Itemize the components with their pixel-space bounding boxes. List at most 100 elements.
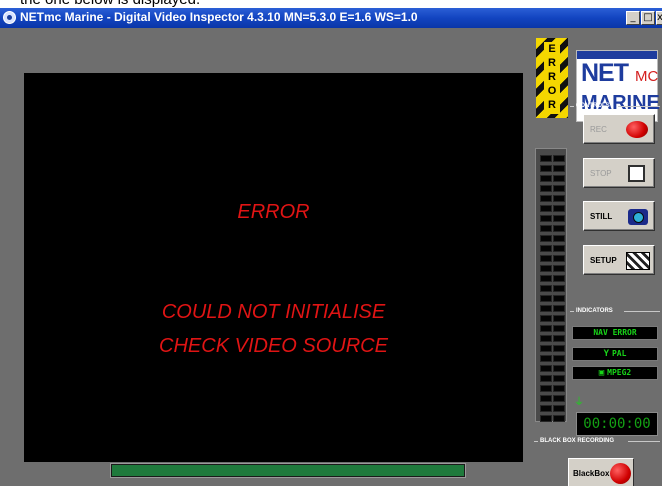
blackbox-record-button[interactable]: BlackBox — [568, 458, 634, 486]
level-meter-segment — [540, 365, 552, 372]
controls-group-line — [618, 106, 660, 107]
indicators-group-line — [570, 311, 574, 312]
title-bar[interactable]: NETmc Marine - Digital Video Inspector 4… — [0, 8, 662, 28]
antenna-icon: Y — [603, 349, 609, 359]
level-meter-segment — [553, 275, 565, 282]
caption-strip: the one below is displayed. — [0, 0, 662, 8]
still-capture-button[interactable]: STILL — [583, 201, 655, 231]
level-meter-segment — [553, 265, 565, 272]
indicators-group-line — [624, 311, 660, 312]
level-meter-segment — [540, 265, 552, 272]
level-meter-segment — [553, 345, 565, 352]
level-meter-segment — [553, 315, 565, 322]
level-meter-segment — [540, 305, 552, 312]
minimize-button[interactable]: _ — [626, 11, 640, 25]
level-meter-segment — [540, 275, 552, 282]
level-meter-segment — [553, 235, 565, 242]
logo-stripe — [577, 51, 657, 59]
level-meter-segment — [540, 165, 552, 172]
level-meter-segment — [553, 415, 565, 422]
level-meter-segment — [540, 205, 552, 212]
level-meter-segment — [540, 255, 552, 262]
record-icon — [626, 121, 648, 138]
record-button[interactable]: REC — [583, 114, 655, 144]
nav-status-indicator: NAV ERROR — [572, 326, 658, 340]
level-meter-segment — [553, 365, 565, 372]
indicators-group-label: INDICATORS — [576, 308, 613, 314]
controls-group-label: CONTROLS — [576, 103, 610, 109]
level-meter-segment — [540, 285, 552, 292]
level-meter-segment — [540, 185, 552, 192]
setup-button-label: SETUP — [590, 256, 617, 265]
level-meter-segment — [540, 235, 552, 242]
record-icon — [610, 463, 631, 484]
level-meter-segment — [540, 325, 552, 332]
level-meter-right — [553, 155, 565, 425]
level-meter-segment — [540, 375, 552, 382]
maximize-button[interactable]: □ — [641, 11, 655, 25]
level-meter-segment — [553, 405, 565, 412]
stop-button-label: STOP — [590, 169, 612, 178]
level-meter-segment — [540, 385, 552, 392]
controls-group-line — [570, 106, 574, 107]
level-meter-segment — [553, 385, 565, 392]
logo-mc-text: MC — [635, 68, 659, 85]
level-meter-segment — [553, 225, 565, 232]
error-sign-letters: E R R O R — [544, 42, 560, 114]
caption-text: the one below is displayed. — [20, 0, 200, 8]
level-meter-segment — [553, 195, 565, 202]
level-meter-segment — [553, 185, 565, 192]
level-meter-segment — [540, 315, 552, 322]
codec-text: MPEG2 — [607, 368, 632, 377]
level-meter-segment — [540, 295, 552, 302]
level-meter-segment — [553, 375, 565, 382]
level-meter-segment — [553, 295, 565, 302]
nav-status-text: NAV ERROR — [593, 328, 637, 337]
error-sign-letter: E — [548, 43, 556, 55]
level-meter-segment — [540, 175, 552, 182]
level-meter-segment — [540, 215, 552, 222]
level-meter-segment — [553, 335, 565, 342]
level-meter-segment — [553, 255, 565, 262]
record-button-label: REC — [590, 125, 607, 134]
level-meter-segment — [553, 305, 565, 312]
level-meter-segment — [540, 245, 552, 252]
level-meter-left — [540, 155, 552, 425]
blackbox-button-label: BlackBox — [573, 469, 610, 478]
tv-icon: ▣ — [598, 368, 605, 378]
progress-fill — [112, 465, 464, 476]
error-message-line-1: COULD NOT INITIALISE — [161, 301, 386, 323]
level-meter-segment — [553, 395, 565, 402]
setup-button[interactable]: SETUP — [583, 245, 655, 275]
level-meter-segment — [553, 205, 565, 212]
error-sign-letter: R — [548, 71, 556, 83]
level-meter-segment — [540, 155, 552, 162]
stop-icon — [628, 165, 645, 182]
level-meter-segment — [540, 195, 552, 202]
close-button[interactable]: x — [656, 11, 662, 25]
timecode-display: 00:00:00 — [576, 412, 658, 436]
clapperboard-icon — [626, 252, 650, 270]
video-standard-indicator: Y PAL — [572, 347, 658, 361]
level-meter-segment — [540, 345, 552, 352]
audio-level-meter — [535, 148, 567, 422]
level-meter-segment — [553, 155, 565, 162]
error-sign-letter: O — [547, 85, 557, 97]
video-standard-text: PAL — [611, 349, 627, 358]
level-meter-segment — [540, 355, 552, 362]
usb-icon: ⏚ — [574, 397, 584, 408]
blackbox-group-label: BLACK BOX RECORDING — [540, 438, 615, 444]
logo-net-text: NET — [581, 59, 629, 87]
stop-button[interactable]: STOP — [583, 158, 655, 188]
level-meter-segment — [540, 405, 552, 412]
level-meter-segment — [540, 395, 552, 402]
netmc-marine-logo: NET MC MARINE — [576, 50, 660, 122]
level-meter-segment — [540, 415, 552, 422]
codec-indicator: ▣ MPEG2 — [572, 366, 658, 380]
level-meter-segment — [540, 225, 552, 232]
level-meter-segment — [553, 245, 565, 252]
level-meter-segment — [553, 355, 565, 362]
level-meter-segment — [553, 215, 565, 222]
app-icon[interactable] — [3, 11, 16, 24]
level-meter-segment — [553, 285, 565, 292]
